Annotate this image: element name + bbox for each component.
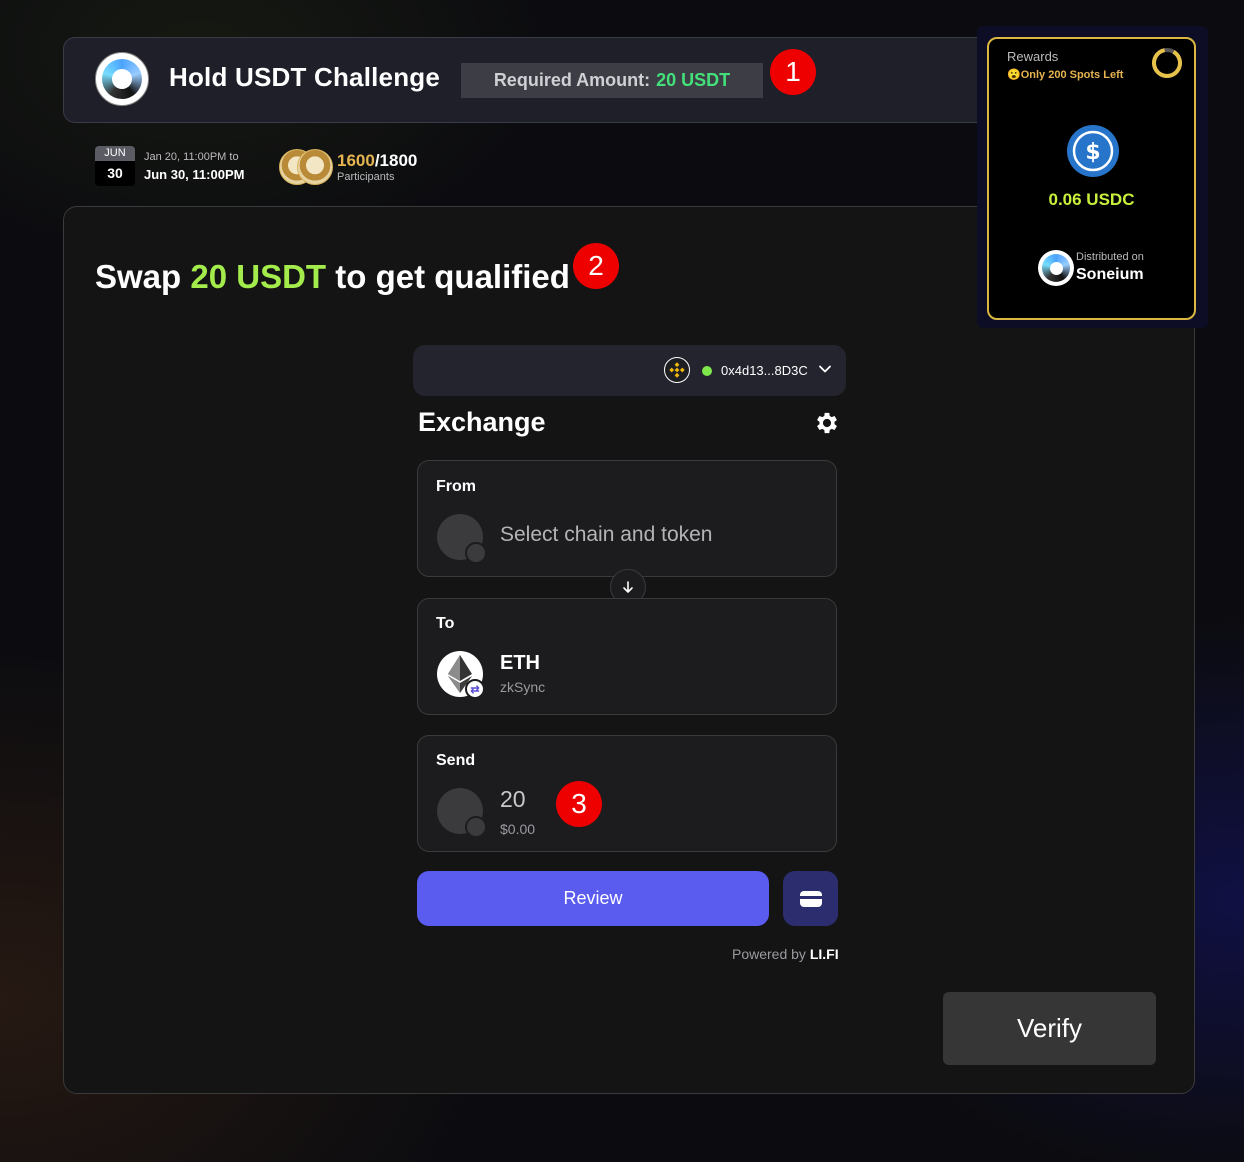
heading-amount: 20 USDT	[190, 258, 327, 295]
review-button[interactable]: Review	[417, 871, 769, 926]
spots-left-text: Only 200 Spots Left	[1020, 69, 1124, 81]
task-heading: Swap 20 USDT to get qualified	[95, 258, 570, 296]
challenge-title: Hold USDT Challenge	[169, 62, 441, 92]
zksync-chain-icon: ⇄	[465, 679, 485, 699]
from-label: From	[436, 478, 476, 495]
powered-by-lifi[interactable]: Powered by LI.FI	[732, 946, 839, 962]
participants-total: /1800	[374, 151, 418, 170]
date-range-end: Jun 30, 11:00PM	[144, 167, 245, 182]
step-marker-3: 3	[556, 781, 602, 827]
required-amount-pill: Required Amount: 20 USDT	[461, 63, 763, 98]
spots-left: 😮Only 200 Spots Left	[1007, 69, 1124, 81]
to-label: To	[436, 615, 455, 632]
participants-label: Participants	[337, 171, 395, 183]
wallet-address[interactable]: 0x4d13...8D3C	[721, 363, 808, 378]
participant-avatar	[297, 149, 333, 185]
heading-suffix: to get qualified	[335, 258, 570, 295]
participants-current: 1600	[337, 151, 375, 170]
verify-button[interactable]: Verify	[943, 992, 1156, 1065]
send-label: Send	[436, 752, 476, 769]
bnb-chain-icon	[664, 357, 690, 383]
heading-prefix: Swap	[95, 258, 182, 295]
required-amount-value: 20 USDT	[656, 70, 731, 90]
usdc-coin-icon: $	[1067, 125, 1119, 177]
wallet-icon	[799, 890, 822, 907]
exchange-title: Exchange	[418, 407, 546, 437]
lifi-brand: LI.FI	[809, 946, 839, 962]
date-calendar-badge: JUN 30	[95, 146, 135, 186]
date-range-start: Jan 20, 11:00PM to	[144, 151, 239, 163]
date-day: 30	[95, 161, 135, 186]
distributed-on-label: Distributed on	[1076, 251, 1144, 263]
send-amount-input[interactable]: 20	[500, 786, 526, 813]
to-token-symbol: ETH	[500, 652, 540, 674]
send-usd-value: $0.00	[500, 821, 536, 837]
powered-by-label: Powered by	[732, 946, 806, 962]
wallet-button[interactable]	[783, 871, 838, 926]
participants-count: 1600/1800	[337, 151, 417, 171]
send-chain-placeholder-icon	[465, 816, 487, 838]
step-marker-1: 1	[770, 49, 816, 95]
select-chain-token-button[interactable]: Select chain and token	[500, 523, 712, 547]
participant-avatars	[279, 149, 333, 185]
date-month: JUN	[95, 146, 135, 161]
gear-icon[interactable]	[813, 409, 841, 437]
to-token-chain: zkSync	[500, 679, 546, 695]
soneium-network-icon	[1038, 250, 1074, 286]
chevron-down-icon[interactable]	[818, 362, 832, 376]
rewards-label: Rewards	[1007, 49, 1059, 64]
reward-amount: 0.06 USDC	[1048, 190, 1135, 209]
soneium-logo-icon	[95, 52, 149, 106]
connected-status-dot	[702, 366, 712, 376]
network-name: Soneium	[1076, 266, 1144, 283]
spots-progress-ring-icon	[1152, 48, 1182, 78]
step-marker-2: 2	[573, 243, 619, 289]
arrow-down-icon	[623, 581, 633, 593]
required-amount-label: Required Amount:	[493, 70, 651, 90]
from-chain-placeholder-icon	[465, 542, 487, 564]
svg-text:$: $	[1085, 140, 1100, 165]
